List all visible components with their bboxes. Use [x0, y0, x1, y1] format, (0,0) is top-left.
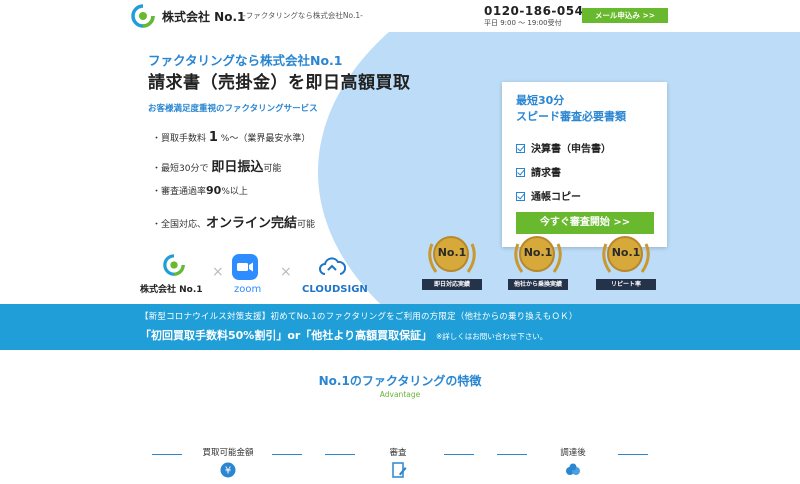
feature-column-label: 審査 [389, 448, 407, 458]
feature-bullet: ・最短30分で 即日振込可能 [152, 160, 282, 175]
start-review-button[interactable]: 今すぐ審査開始 >> [516, 212, 654, 234]
cloudsign-logo-text: CLOUDSIGN [302, 284, 368, 295]
checkbox-icon [516, 192, 525, 201]
campaign-line1: 【新型コロナウイルス対策支援】初めてNo.1のファクタリングをご利用の方限定（他… [140, 312, 578, 322]
hero-note: お客様満足度重視のファクタリングサービス [148, 104, 318, 114]
feature-bullet: ・全国対応、オンライン完結可能 [152, 216, 316, 231]
feature-bullet: ・審査通過率90%以上 [152, 184, 248, 197]
tagline: -ファクタリングなら株式会社No.1- [243, 11, 363, 20]
partner-company-name: 株式会社 No.1 [140, 285, 203, 295]
mail-apply-button[interactable]: メール申込み >> [582, 8, 668, 23]
campaign-banner[interactable]: 【新型コロナウイルス対策支援】初めてNo.1のファクタリングをご利用の方限定（他… [0, 304, 800, 350]
divider [618, 454, 648, 455]
business-hours: 平日 9:00 〜 19:00受付 [484, 19, 562, 27]
medal-badge: No.1 リピート率 [596, 234, 656, 296]
medal-label: 他社から乗換実績 [508, 279, 568, 290]
features-heading: No.1のファクタリングの特徴 [318, 374, 482, 388]
times-symbol: × [280, 264, 292, 280]
medal-label: 即日対応実績 [422, 279, 482, 290]
document-item: 決算書（申告書） [516, 140, 611, 155]
company-logo-icon[interactable] [130, 4, 156, 28]
svg-text:¥: ¥ [225, 466, 231, 477]
feature-column-label: 買取可能金額 [202, 448, 254, 458]
checkbox-icon [516, 168, 525, 177]
site-header: 株式会社 No.1 -ファクタリングなら株式会社No.1- 0120-186-0… [0, 0, 800, 32]
cloudsign-cloud-icon [319, 257, 346, 275]
checkbox-icon [516, 144, 525, 153]
hero-section: ファクタリングなら株式会社No.1 請求書（売掛金）を即日高額買取 お客様満足度… [0, 32, 800, 304]
medal-badge: No.1 他社から乗換実績 [508, 234, 568, 296]
card-title-line2: スピード審査必要書類 [516, 110, 626, 123]
card-title-line1: 最短30分 [516, 94, 565, 107]
medal-number: No.1 [437, 246, 467, 259]
coins-icon [566, 463, 580, 475]
medal-badge: No.1 即日対応実績 [422, 234, 482, 296]
zoom-camera-icon [232, 254, 258, 280]
zoom-logo-text: zoom [234, 284, 262, 295]
times-symbol: × [212, 264, 224, 280]
features-subheading: Advantage [379, 390, 421, 399]
phone-number[interactable]: 0120-186-054 [484, 4, 583, 18]
yen-coin-icon: ¥ [220, 462, 236, 478]
divider [444, 454, 474, 455]
hero-subtitle: ファクタリングなら株式会社No.1 [148, 53, 343, 68]
required-documents-card: 最短30分 スピード審査必要書類 決算書（申告書） 請求書 通帳コピー 今すぐ審… [502, 82, 667, 247]
divider [272, 454, 302, 455]
company-logo-icon [163, 254, 185, 276]
medal-label: リピート率 [596, 279, 656, 290]
feature-column-label: 調達後 [560, 448, 586, 458]
hero-title: 請求書（売掛金）を即日高額買取 [148, 73, 411, 93]
campaign-line2: 「初回買取手数料50%割引」or「他社より高額買取保証」 ※詳しくはお問い合わせ… [140, 329, 548, 342]
document-item: 請求書 [516, 164, 561, 179]
document-edit-icon [392, 462, 407, 478]
medal-number: No.1 [523, 246, 553, 259]
feature-bullet: ・買取手数料 1 %〜（業界最安水準） [152, 130, 311, 145]
medal-number: No.1 [611, 246, 641, 259]
document-item: 通帳コピー [516, 188, 581, 203]
company-name: 株式会社 No.1 [162, 10, 246, 24]
